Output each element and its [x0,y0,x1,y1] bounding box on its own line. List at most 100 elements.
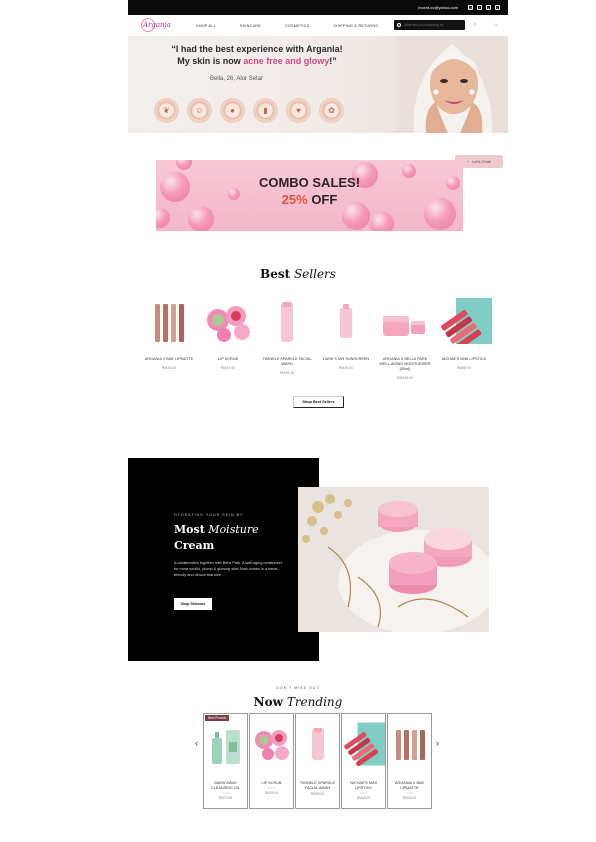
product-card[interactable]: ARGANIA X BAE LIPMATTE RM28.00 [140,295,198,380]
product-price: RM29.00 [264,791,279,795]
product-price: RM79.00 [218,796,233,800]
product-card[interactable]: DASH STAR SUNSCREEN RM49.00 [317,295,375,380]
product-image[interactable] [435,295,493,347]
carousel-next-icon[interactable]: › [436,738,439,748]
instagram-icon[interactable]: ◎ [468,5,473,10]
product-price: RM49.00 [338,366,354,370]
youtube-icon[interactable]: ▸ [486,5,491,10]
nav-item-shipping-returns[interactable]: SHIPPING & RETURNS [333,24,378,28]
product-name[interactable]: ARGANIA X BAE LIPMATTE [140,357,198,362]
product-image[interactable] [140,295,198,347]
product-price: RM28.00 [161,366,177,370]
twitter-icon[interactable]: t [495,5,500,10]
product-image[interactable] [250,720,293,768]
chat-label: Let's Chat! [472,159,492,164]
product-price: RM45.00 [356,796,371,800]
product-name[interactable]: TWINKLE SPARKLE FACIAL WASH [258,357,316,367]
product-name[interactable]: NICHAE'S MINI LIPSTICK [435,357,493,362]
hero-quote: “I had the best experience with Argania!… [152,43,362,67]
shop-best-sellers-button[interactable]: Shop Best Sellers [293,396,344,408]
best-sellers-title: Best Sellers [260,267,336,281]
logo[interactable]: Arganja [140,17,171,34]
product-card[interactable]: ARGANIA X BELLA PARK WELL-AGING MOISTURI… [376,295,434,380]
product-name[interactable]: TWINKLE SPARKLE FACIAL WASH [296,781,339,791]
trending-card[interactable]: LIP SCRUB ☆☆☆ RM29.00 [249,713,294,809]
product-name[interactable]: ARGANIA X BAE LIPMATTE [388,781,431,791]
product-price: RM29.00 [220,366,236,370]
rabbit-badge-icon: ♥ [286,98,311,123]
nav-item-skincare[interactable]: SKINCARE [240,24,261,28]
facebook-icon[interactable]: f [477,5,482,10]
quote-line-2: My skin is now acne free and glowy!” [177,56,337,66]
moisture-kicker: HYDRATING YOUR SKIN BY [174,513,244,517]
nav-item-shop-all[interactable]: SHOP ALL [196,24,216,28]
trending-card[interactable]: ARGANIA X BAE LIPMATTE ☆☆☆ RM28.00 [387,713,432,809]
product-image[interactable] [199,295,257,347]
product-price: RM28.00 [402,796,417,800]
product-card[interactable]: TWINKLE SPARKLE FACIAL WASH RM39.00 [258,295,316,380]
hero-model-image [396,36,508,133]
rating-icon: ☆☆☆ [359,791,368,795]
combo-discount: 25% OFF [281,192,338,207]
product-name[interactable]: ARGANIA X BELLA PARK WELL-AGING MOISTURI… [376,357,434,372]
search-icon[interactable] [397,23,401,27]
product-price: RM45.00 [456,366,472,370]
trending-carousel: New Product WASH AWAY CLEANSING OIL ☆☆☆ … [203,713,433,809]
product-name[interactable]: LIP SCRUB [199,357,257,362]
moisture-title: Most Moisture Cream [174,523,259,552]
rating-icon: ☆☆☆ [221,791,230,795]
combo-percent: 25% [281,192,308,207]
product-price: RM39.00 [279,371,295,375]
trending-card[interactable]: NICHAE'S MINI LIPSTICK ☆☆☆ RM45.00 [341,713,386,809]
product-card[interactable]: LIP SCRUB RM29.00 [199,295,257,380]
cart-icon[interactable]: ⌂ [493,22,499,28]
search-bar [394,20,465,30]
product-image[interactable] [296,720,339,768]
flower-badge-icon: ✿ [319,98,344,123]
product-card[interactable]: NICHAE'S MINI LIPSTICK RM45.00 [435,295,493,380]
trending-kicker: DON'T MISS OUT [276,686,320,690]
product-price: RM39.00 [310,792,325,796]
rating-icon: ☆☆☆ [405,791,414,795]
drop-badge-icon: ● [220,98,245,123]
trending-card[interactable]: New Product WASH AWAY CLEANSING OIL ☆☆☆ … [203,713,248,809]
face-badge-icon: ☺ [187,98,212,123]
product-image[interactable] [258,295,316,347]
leaf-badge-icon: ❦ [154,98,179,123]
rating-icon: ☆☆☆ [267,786,276,790]
page: Incent.co@yahoo.com ◎ f ▸ t Arganja SHOP… [0,0,596,842]
product-image[interactable] [317,295,375,347]
combo-sales-banner[interactable]: COMBO SALES! 25% OFF [156,160,463,231]
main-nav: Arganja SHOP ALL SKINCARE COSMETICS SHIP… [128,15,508,36]
product-name[interactable]: DASH STAR SUNSCREEN [317,357,375,362]
moisture-description: A collaboration together with Bella Park… [174,561,283,577]
chat-icon: ◔ [466,159,470,164]
account-icon[interactable]: ○ [472,22,478,28]
product-image[interactable] [204,720,247,768]
moisture-panel: HYDRATING YOUR SKIN BY Most Moisture Cre… [128,458,319,661]
trending-title: Now Trending [253,695,343,709]
product-name[interactable]: NICHAE'S MINI LIPSTICK [342,781,385,791]
bottle-badge-icon: ▮ [253,98,278,123]
quote-highlight: acne free and glowy [243,56,330,66]
quote-line-1: “I had the best experience with Argania! [171,44,343,54]
product-image[interactable] [388,720,431,768]
carousel-prev-icon[interactable]: ‹ [195,738,198,748]
trending-card[interactable]: TWINKLE SPARKLE FACIAL WASH RM39.00 [295,713,340,809]
product-image[interactable] [342,720,385,768]
product-name[interactable]: WASH AWAY CLEANSING OIL [204,781,247,791]
top-bar: Incent.co@yahoo.com ◎ f ▸ t [128,0,508,15]
benefit-badges: ❦ ☺ ● ▮ ♥ ✿ [154,98,344,123]
nav-item-cosmetics[interactable]: COSMETICS [285,24,309,28]
hero-attribution: Bella, 26, Alor Setar [210,76,264,82]
shop-skincare-button[interactable]: Shop Skincare [174,598,212,610]
search-input[interactable] [404,23,456,27]
product-price: RM129.00 [396,376,414,380]
contact-email[interactable]: Incent.co@yahoo.com [418,5,458,10]
logo-text: Arganja [143,21,171,29]
moisture-cream-photo [298,487,489,632]
combo-title: COMBO SALES! [258,175,361,190]
new-product-badge: New Product [205,715,230,721]
best-sellers-list: ARGANIA X BAE LIPMATTE RM28.00 LIP SCRUB… [140,295,500,380]
product-image[interactable] [376,295,434,347]
